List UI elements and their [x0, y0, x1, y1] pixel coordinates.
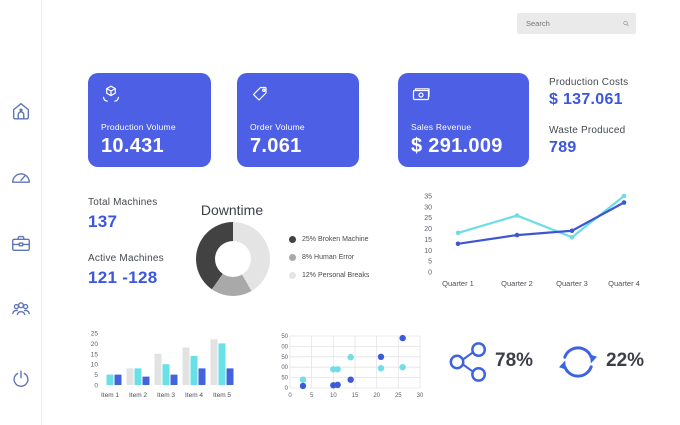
tag-icon: [250, 84, 270, 104]
search-box: [517, 13, 636, 34]
svg-text:200: 200: [281, 344, 289, 350]
svg-text:10: 10: [91, 362, 99, 369]
scatter-chart: 0 50 100 150 200 250 0 5 10 15 20 25 30: [281, 320, 436, 408]
quarterly-line-chart: 0 5 10 15 20 25 30 35 Quarter 1 Quarter 2 Quarter …: [418, 186, 676, 292]
legend-dot-personal-breaks: [289, 272, 296, 279]
svg-text:Quarter 3: Quarter 3: [556, 279, 588, 288]
items-bar-chart: 0 5 10 15 20 25 Item 1 Item 2 Item 3 Item 4 Item 5: [84, 318, 254, 410]
power-icon[interactable]: [10, 368, 32, 390]
svg-text:35: 35: [424, 194, 432, 201]
svg-text:20: 20: [373, 393, 380, 399]
waste-produced-label: Waste Produced: [549, 125, 625, 136]
svg-text:Item 2: Item 2: [129, 392, 147, 399]
svg-text:10: 10: [424, 248, 432, 255]
legend-label: 25% Broken Machine: [302, 236, 369, 243]
legend-dot-broken-machine: [289, 236, 296, 243]
svg-text:0: 0: [428, 270, 432, 277]
sync-icon: [556, 340, 600, 384]
kpi-card-value: 7.061: [250, 135, 359, 158]
package-hands-icon: [101, 84, 121, 104]
legend-dot-human-error: [289, 254, 296, 261]
share-percent-value: 78%: [495, 350, 533, 372]
downtime-legend: 25% Broken Machine 8% Human Error 12% Pe…: [289, 233, 369, 287]
kpi-card-label: Sales Revenue: [411, 122, 529, 132]
legend-label: 12% Personal Breaks: [302, 272, 369, 279]
svg-text:0: 0: [285, 386, 289, 392]
kpi-card-sales-revenue: Sales Revenue $ 291.009: [398, 73, 529, 167]
svg-text:5: 5: [428, 259, 432, 266]
svg-text:30: 30: [417, 393, 424, 399]
svg-text:20: 20: [424, 226, 432, 233]
legend-label: 8% Human Error: [302, 254, 354, 261]
active-machines-label: Active Machines: [88, 253, 164, 264]
downtime-title: Downtime: [172, 202, 292, 218]
share-icon: [447, 340, 491, 384]
waste-produced-value: 789: [549, 139, 577, 157]
legend-item: 25% Broken Machine: [289, 233, 369, 245]
kpi-card-order-volume: Order Volume 7.061: [237, 73, 359, 167]
svg-text:Quarter 4: Quarter 4: [608, 279, 640, 288]
downtime-donut-chart: [196, 222, 270, 296]
svg-text:0: 0: [288, 393, 292, 399]
svg-text:25: 25: [395, 393, 402, 399]
production-costs-value: $ 137.061: [549, 91, 623, 109]
search-icon[interactable]: [623, 19, 629, 28]
banknote-icon: [411, 84, 432, 104]
svg-text:10: 10: [330, 393, 337, 399]
search-input[interactable]: [517, 19, 623, 28]
legend-item: 12% Personal Breaks: [289, 269, 369, 281]
total-machines-value: 137: [88, 212, 117, 232]
svg-text:5: 5: [94, 372, 98, 379]
svg-text:5: 5: [310, 393, 314, 399]
svg-text:15: 15: [91, 351, 99, 358]
sync-percent-value: 22%: [606, 350, 644, 372]
legend-item: 8% Human Error: [289, 251, 369, 263]
svg-text:20: 20: [91, 341, 99, 348]
svg-text:15: 15: [352, 393, 359, 399]
svg-text:250: 250: [281, 334, 289, 340]
kpi-card-value: $ 291.009: [411, 135, 529, 158]
kpi-card-label: Production Volume: [101, 122, 211, 132]
svg-text:Quarter 1: Quarter 1: [442, 279, 474, 288]
total-machines-label: Total Machines: [88, 197, 158, 208]
production-costs-label: Production Costs: [549, 77, 628, 88]
svg-text:Item 1: Item 1: [101, 392, 119, 399]
sidebar: [0, 0, 42, 425]
svg-text:0: 0: [94, 383, 98, 390]
svg-text:15: 15: [424, 237, 432, 244]
svg-text:Item 3: Item 3: [157, 392, 175, 399]
active-machines-value: 121 -128: [88, 268, 158, 288]
briefcase-icon[interactable]: [10, 232, 32, 254]
svg-text:150: 150: [281, 355, 289, 361]
svg-text:25: 25: [91, 331, 99, 338]
kpi-card-value: 10.431: [101, 135, 211, 158]
gauge-icon[interactable]: [10, 167, 32, 189]
svg-text:Quarter 2: Quarter 2: [501, 279, 533, 288]
svg-text:Item 4: Item 4: [185, 392, 203, 399]
svg-text:50: 50: [281, 376, 288, 382]
svg-text:25: 25: [424, 215, 432, 222]
users-icon[interactable]: [10, 297, 32, 319]
svg-text:100: 100: [281, 365, 289, 371]
svg-text:30: 30: [424, 204, 432, 211]
dashboard: Production Volume 10.431 Order Volume 7.…: [0, 0, 680, 425]
home-icon[interactable]: [10, 100, 32, 122]
kpi-card-production-volume: Production Volume 10.431: [88, 73, 211, 167]
svg-text:Item 5: Item 5: [213, 392, 231, 399]
kpi-card-label: Order Volume: [250, 122, 359, 132]
